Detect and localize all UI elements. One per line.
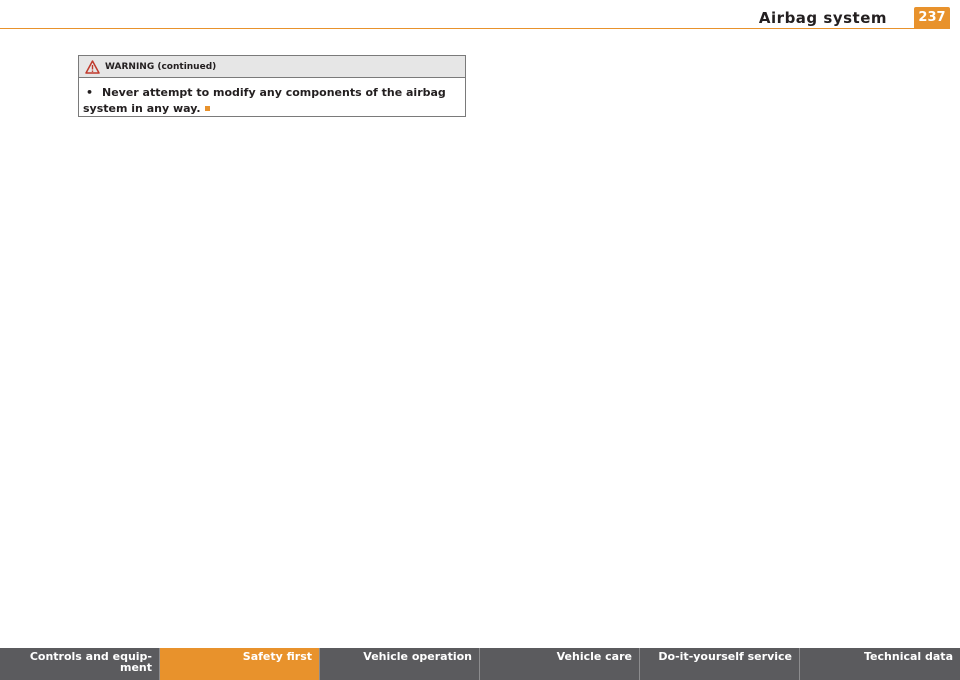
header-rule	[0, 28, 914, 29]
nav-tab-safety-first[interactable]: Safety first	[160, 648, 320, 680]
warning-title: WARNING (continued)	[105, 61, 217, 72]
nav-tab-technical-data[interactable]: Technical data	[800, 648, 960, 680]
bullet: •	[86, 86, 94, 99]
warning-header: WARNING (continued)	[79, 56, 465, 78]
warning-box: WARNING (continued) • Never attempt to mo…	[78, 55, 466, 117]
warning-bullet-text: Never attempt to modify any components o…	[83, 86, 446, 115]
warning-triangle-icon	[85, 59, 100, 74]
bottom-nav: Controls and equip- ment Safety first Ve…	[0, 648, 960, 680]
warning-text: • Never attempt to modify any components …	[79, 78, 465, 117]
end-of-section-marker	[204, 106, 210, 111]
nav-tab-vehicle-operation[interactable]: Vehicle operation	[320, 648, 480, 680]
nav-tab-do-it-yourself-service[interactable]: Do-it-yourself service	[640, 648, 800, 680]
page-number: 237	[914, 7, 950, 29]
nav-tab-controls-and-equipment[interactable]: Controls and equip- ment	[0, 648, 160, 680]
page-title: Airbag system	[758, 9, 887, 27]
nav-tab-vehicle-care[interactable]: Vehicle care	[480, 648, 640, 680]
